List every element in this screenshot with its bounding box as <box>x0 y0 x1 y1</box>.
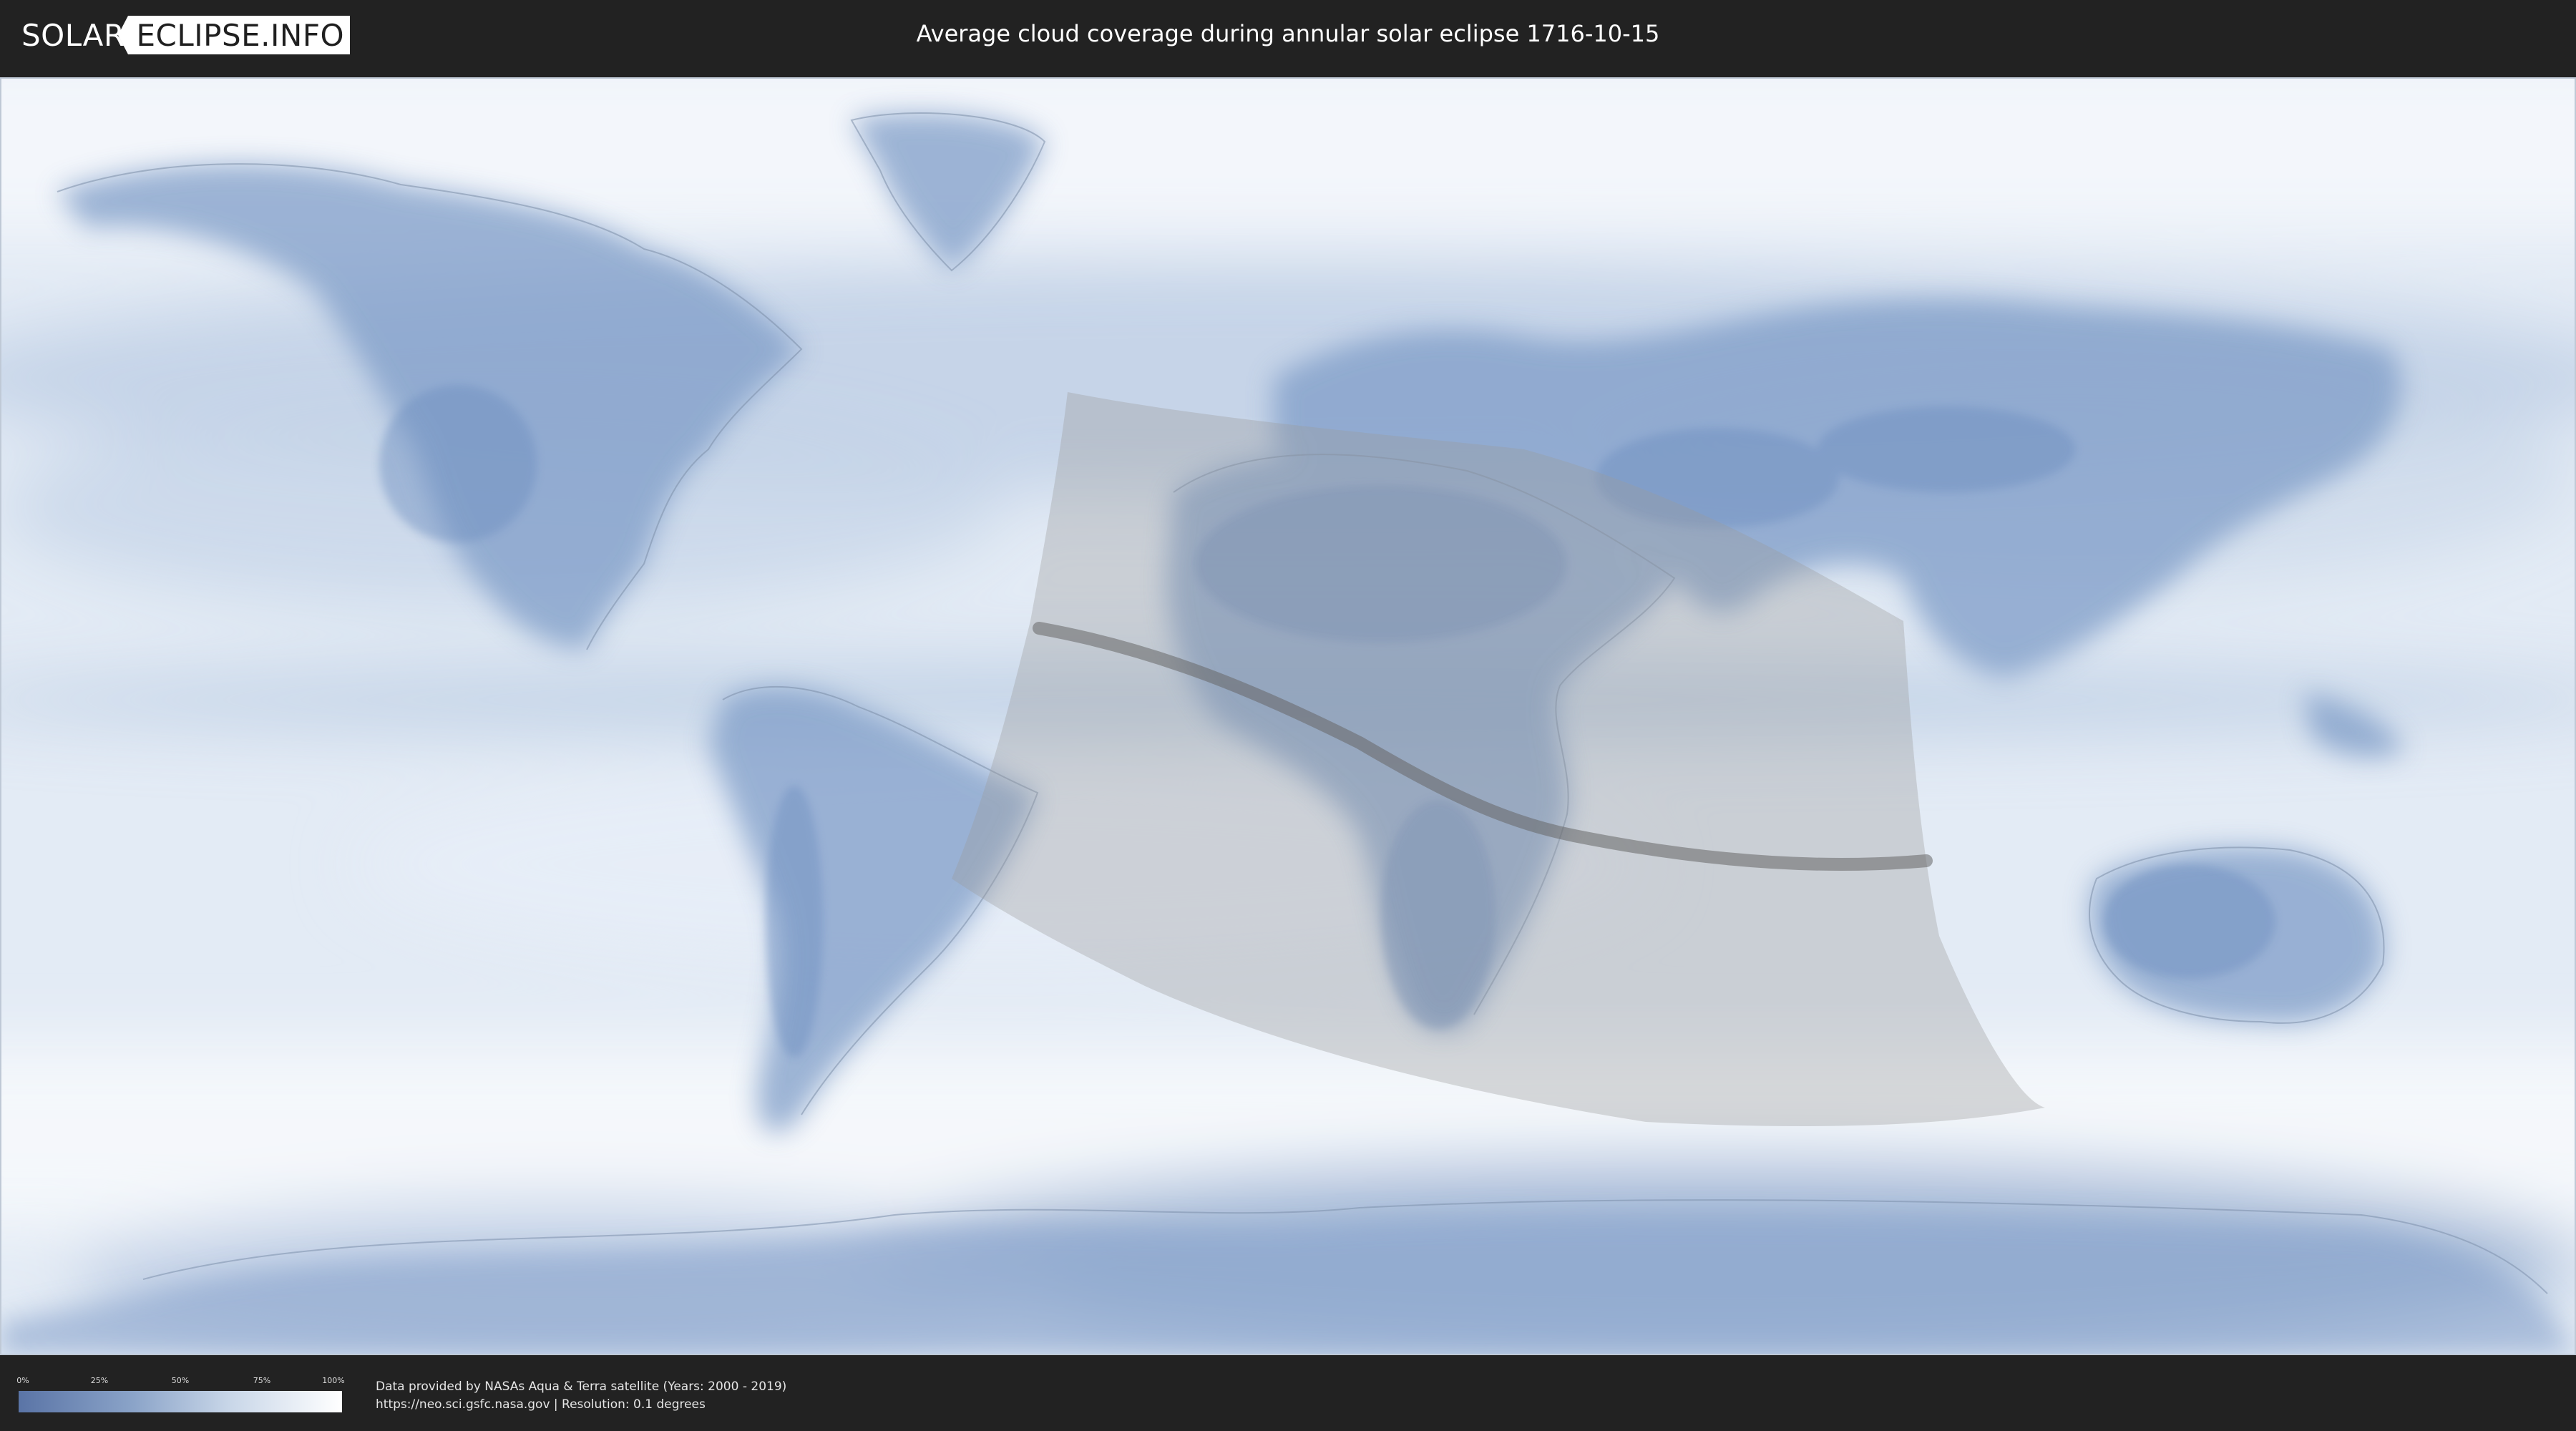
legend-tick-50: 50% <box>171 1376 190 1385</box>
legend-tick-75: 75% <box>253 1376 271 1385</box>
legend-tick-labels: 0% 25% 50% 75% 100% <box>16 1376 345 1386</box>
legend-tick-25: 25% <box>90 1376 109 1385</box>
credits-line-source: Data provided by NASAs Aqua & Terra sate… <box>376 1379 787 1394</box>
cloud-coverage-legend-bar <box>19 1391 342 1412</box>
credits-line-url: https://neo.sci.gsfc.nasa.gov | Resoluti… <box>376 1397 706 1412</box>
page-title: Average cloud coverage during annular so… <box>916 20 1660 47</box>
header-bar: SOLAR ECLIPSE.INFO Average cloud coverag… <box>0 0 2576 72</box>
cloud-coverage-map[interactable] <box>0 77 2576 1355</box>
legend-tick-0: 0% <box>16 1376 29 1385</box>
data-credits: Data provided by NASAs Aqua & Terra sate… <box>376 1378 786 1414</box>
legend-tick-100: 100% <box>322 1376 345 1385</box>
